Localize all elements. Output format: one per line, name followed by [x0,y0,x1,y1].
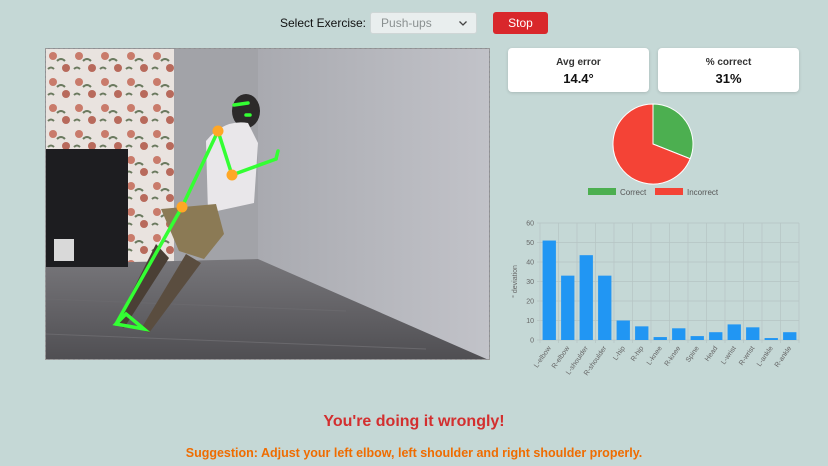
x-tick-label: R-hip [630,345,645,363]
y-tick-label: 40 [526,260,534,267]
suggestion-message: Suggestion: Adjust your left elbow, left… [185,446,643,460]
bar-l-shoulder [579,255,593,340]
exercise-select[interactable]: Push-ups [370,12,478,34]
x-tick-label: Spine [685,345,701,364]
avg-error-title: Avg error [556,57,601,68]
bar-l-elbow [542,240,556,340]
pie-chart-svg: Correct Incorrect [588,103,719,197]
x-tick-label: L-hip [612,345,627,362]
legend-label-incorrect: Incorrect [687,188,719,197]
x-tick-label: Head [704,345,719,363]
bar-r-knee [672,328,686,340]
accuracy-pie-chart: Correct Incorrect [585,102,735,202]
y-tick-label: 20 [526,299,534,306]
select-exercise-label: Select Exercise: [279,16,367,30]
deviation-bar-chart: 0 10 20 30 40 50 60 ° deviation L-elbow R-elbow L-… [505,215,805,385]
x-tick-label: R-knee [664,345,683,368]
status-message: You're doing it wrongly! [323,413,505,430]
pose-video-frame [46,49,489,359]
x-tick-label: L-ankle [756,345,775,368]
bar-l-knee [653,337,667,340]
stop-button[interactable]: Stop [493,12,549,34]
bar-l-wrist [727,324,741,340]
bar-r-hip [635,326,649,340]
chevron-down-icon [459,21,467,26]
bar-chart-svg: 0102030405060° deviationL-elbowR-elbowL-… [511,221,800,377]
bar-r-wrist [746,327,760,340]
y-tick-label: 10 [526,318,534,325]
avg-error-card: Avg error 14.4° [508,48,649,92]
legend-label-correct: Correct [620,188,647,197]
bar-l-hip [616,320,630,340]
pct-correct-value: 31% [715,71,742,86]
y-tick-label: 60 [526,221,534,228]
legend-swatch-incorrect [655,188,683,195]
y-tick-label: 50 [526,240,534,247]
bar-r-elbow [561,275,575,340]
legend-swatch-correct [588,188,616,195]
pct-correct-card: % correct 31% [658,48,799,92]
avg-error-value: 14.4° [563,71,594,86]
exercise-controls: Select Exercise: Push-ups Stop [0,10,828,36]
y-tick-label: 30 [526,279,534,286]
x-tick-label: R-ankle [774,345,794,369]
camera-feed [45,48,490,360]
bar-r-ankle [783,332,797,340]
x-tick-label: L-wrist [720,345,738,366]
y-tick-label: 0 [530,338,534,345]
bar-spine [690,336,704,340]
x-tick-label: R-wrist [738,345,756,367]
bar-head [709,332,723,340]
pct-correct-title: % correct [705,57,752,68]
y-axis-label: ° deviation [511,265,519,298]
bar-l-ankle [764,338,778,340]
bar-r-shoulder [598,275,612,340]
x-tick-label: L-knee [646,345,664,367]
exercise-select-value: Push-ups [381,16,432,30]
